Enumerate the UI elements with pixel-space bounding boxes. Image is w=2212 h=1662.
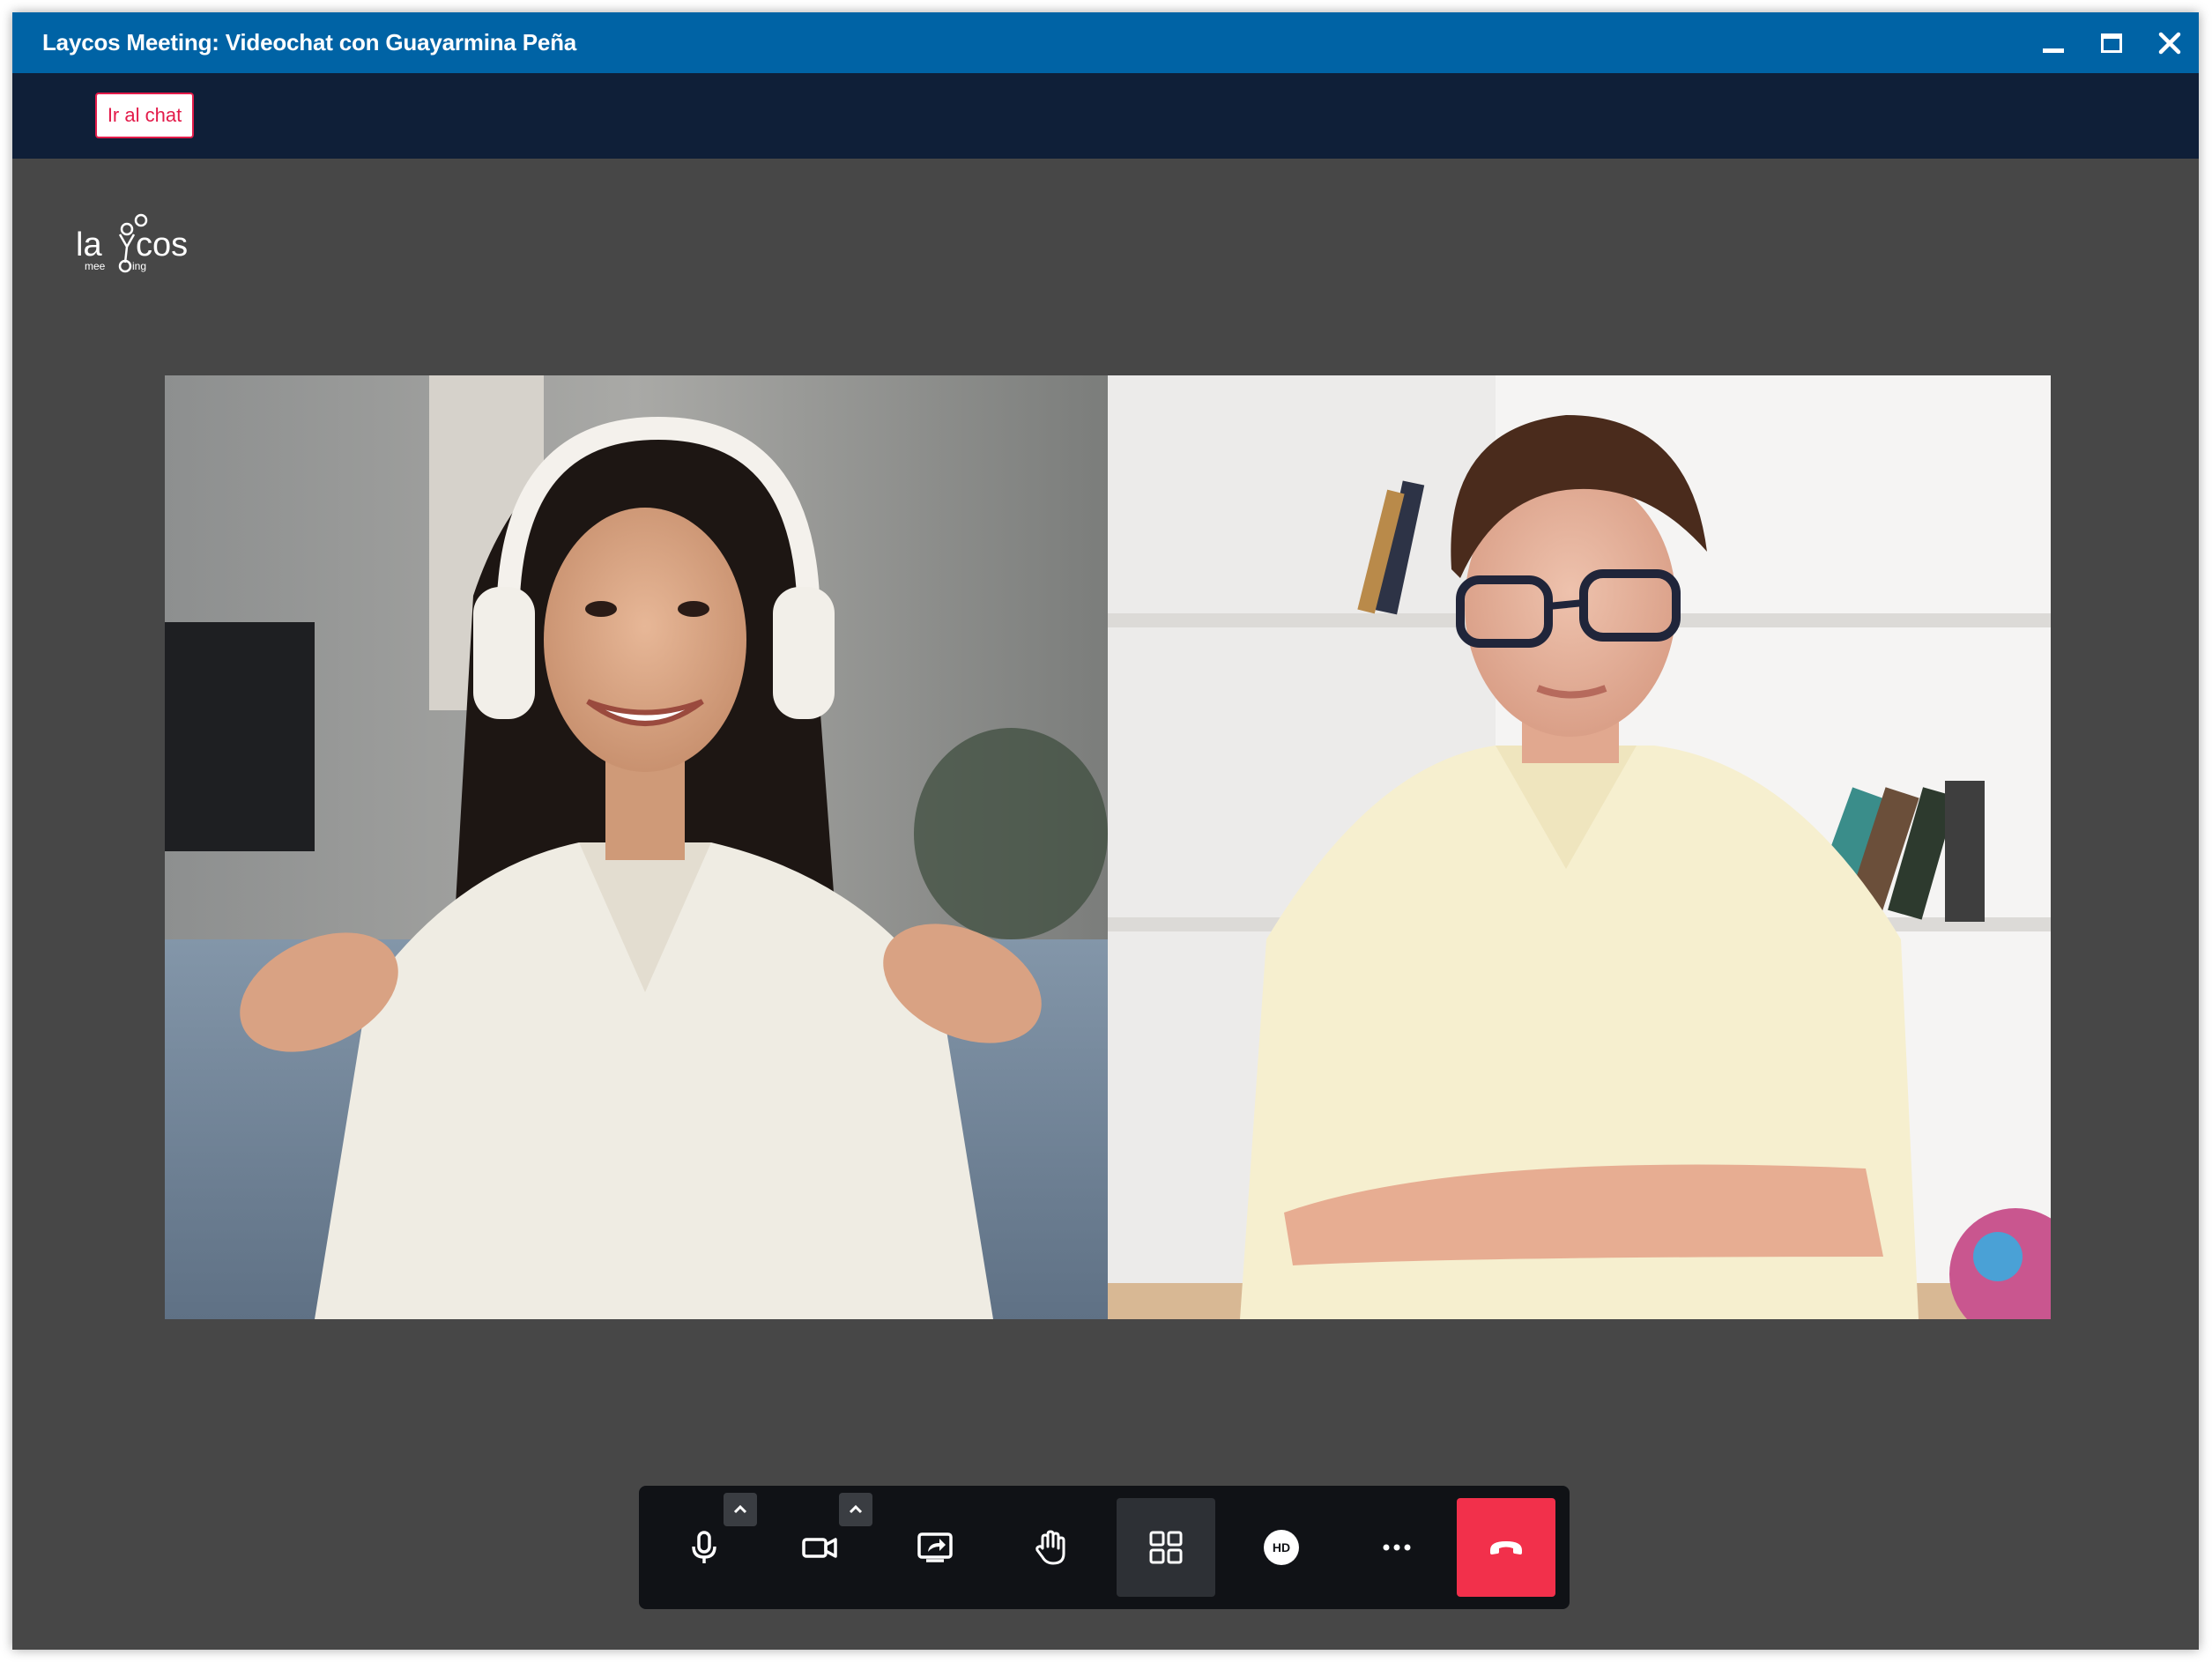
go-to-chat-button[interactable]: Ir al chat — [95, 93, 194, 138]
grid-layout-icon — [1149, 1531, 1183, 1564]
hd-quality-icon: HD — [1264, 1530, 1299, 1565]
screen-share-button[interactable] — [886, 1498, 984, 1597]
more-options-button[interactable] — [1347, 1498, 1446, 1597]
maximize-icon — [2101, 33, 2122, 53]
minimize-button[interactable] — [2040, 30, 2067, 56]
video-feed-image — [1108, 375, 2051, 1319]
window-title: Laycos Meeting: Videochat con Guayarmina… — [42, 29, 577, 56]
video-feed-image — [165, 375, 1108, 1319]
raise-hand-button[interactable] — [1001, 1498, 1100, 1597]
close-icon — [2158, 32, 2181, 54]
hang-up-icon — [1490, 1541, 1522, 1554]
logo-text-left: la — [76, 226, 102, 263]
laycos-logo: la cos mee ing — [76, 213, 188, 273]
chevron-up-icon — [733, 1504, 747, 1514]
participant-video-left[interactable] — [165, 375, 1108, 1319]
app-window: Laycos Meeting: Videochat con Guayarmina… — [12, 12, 2199, 1650]
video-grid — [165, 375, 2051, 1319]
raise-hand-icon — [1035, 1530, 1065, 1565]
logo-subtext-end: ing — [132, 260, 146, 272]
camera-options-caret[interactable] — [839, 1493, 872, 1526]
logo-subtext: mee — [85, 260, 106, 272]
chevron-up-icon — [849, 1504, 863, 1514]
microphone-options-caret[interactable] — [724, 1493, 757, 1526]
camera-icon — [802, 1538, 837, 1558]
logo-text-right: cos — [136, 226, 188, 263]
minimize-icon — [2043, 48, 2064, 53]
window-controls — [2040, 12, 2183, 73]
title-bar: Laycos Meeting: Videochat con Guayarmina… — [12, 12, 2199, 73]
close-button[interactable] — [2156, 30, 2183, 56]
meeting-toolbar: Ir al chat — [12, 73, 2199, 159]
svg-text:HD: HD — [1273, 1540, 1290, 1554]
participant-video-right[interactable] — [1108, 375, 2051, 1319]
hang-up-button[interactable] — [1457, 1498, 1555, 1597]
screen-share-icon — [917, 1532, 953, 1562]
more-options-icon — [1383, 1544, 1411, 1551]
hd-quality-button[interactable]: HD — [1232, 1498, 1331, 1597]
call-controls-bar: HD — [639, 1486, 1570, 1609]
grid-layout-button[interactable] — [1117, 1498, 1215, 1597]
maximize-button[interactable] — [2098, 30, 2125, 56]
microphone-icon — [692, 1531, 716, 1563]
